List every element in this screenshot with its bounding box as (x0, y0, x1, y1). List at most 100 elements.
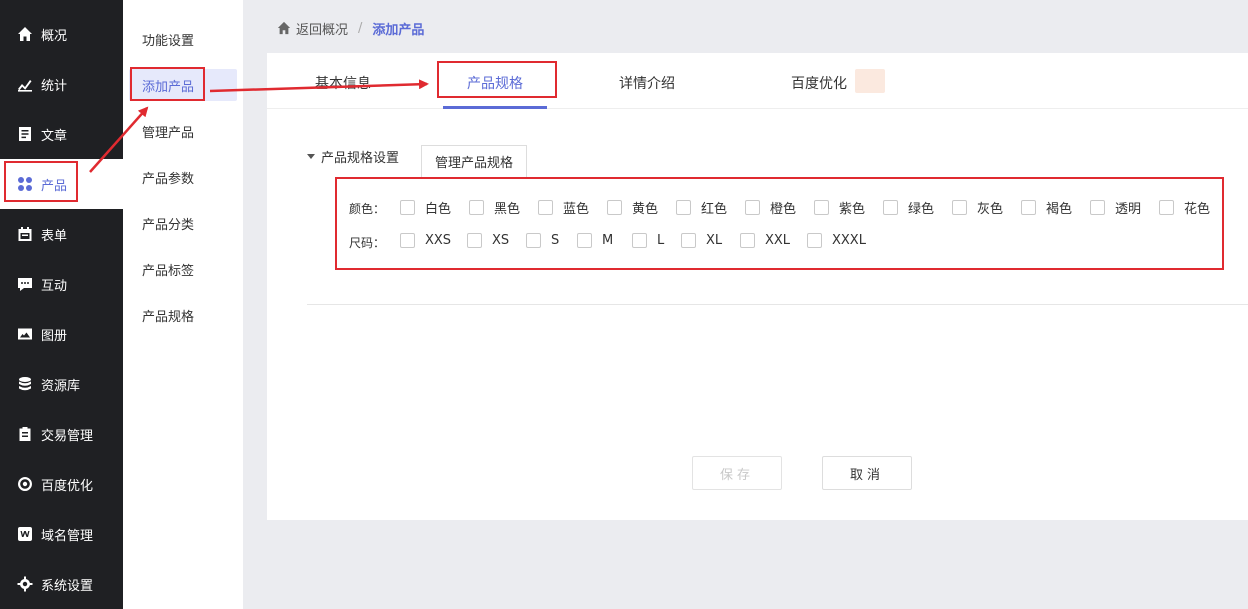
manage-spec-button[interactable]: 管理产品规格 (421, 145, 527, 177)
clipboard-icon (17, 426, 33, 442)
database-icon (17, 376, 33, 392)
sidebar-item-trade[interactable]: 交易管理 (0, 409, 123, 459)
sidebar-item-article[interactable]: 文章 (0, 109, 123, 159)
color-checkbox[interactable] (952, 200, 967, 215)
submenu-item-product-params[interactable]: 产品参数 (129, 161, 237, 193)
color-option[interactable]: 红色 (676, 198, 727, 217)
color-option[interactable]: 橙色 (745, 198, 796, 217)
sidebar-item-overview[interactable]: 概况 (0, 9, 123, 59)
size-checkbox[interactable] (740, 233, 755, 248)
size-option[interactable]: M (577, 233, 613, 248)
color-checkbox[interactable] (607, 200, 622, 215)
main-sidebar: 概况 统计 文章 产品 表单 互动 图册 资源库 交易管理 百度优化 域名管理 (0, 0, 123, 609)
color-checkbox[interactable] (469, 200, 484, 215)
color-option-label: 蓝色 (563, 202, 590, 217)
home-icon[interactable] (277, 21, 291, 35)
sidebar-item-label: 图册 (41, 328, 68, 344)
color-checkbox[interactable] (676, 200, 691, 215)
sidebar-item-settings[interactable]: 系统设置 (0, 559, 123, 609)
sidebar-item-baidu-seo[interactable]: 百度优化 (0, 459, 123, 509)
color-option[interactable]: 褐色 (1021, 198, 1072, 217)
sidebar-item-stats[interactable]: 统计 (0, 59, 123, 109)
breadcrumb-back-link[interactable]: 返回概况 (296, 19, 348, 38)
color-checkbox[interactable] (1021, 200, 1036, 215)
chart-icon (17, 76, 33, 92)
color-option[interactable]: 白色 (400, 198, 451, 217)
save-button[interactable]: 保存 (692, 456, 782, 490)
spec-section-header[interactable]: 产品规格设置 (307, 147, 399, 166)
submenu-item-add-product[interactable]: 添加产品 (129, 69, 237, 101)
color-option-label: 黄色 (632, 202, 659, 217)
color-option-label: 黑色 (494, 202, 521, 217)
sidebar-item-interaction[interactable]: 互动 (0, 259, 123, 309)
color-checkbox[interactable] (1159, 200, 1174, 215)
sidebar-item-album[interactable]: 图册 (0, 309, 123, 359)
color-option-label: 红色 (701, 202, 728, 217)
color-checkbox[interactable] (538, 200, 553, 215)
domain-icon (17, 526, 33, 542)
size-option-label: M (602, 233, 614, 248)
size-checkbox[interactable] (681, 233, 696, 248)
size-option[interactable]: L (632, 233, 664, 248)
color-option[interactable]: 透明 (1090, 198, 1141, 217)
size-option[interactable]: XL (681, 233, 722, 248)
tab-baidu-seo[interactable]: 百度优化 (791, 73, 847, 93)
tab-basic-info[interactable]: 基本信息 (315, 73, 371, 93)
color-option[interactable]: 花色 (1159, 198, 1210, 217)
home-icon (17, 26, 33, 42)
size-checkbox[interactable] (400, 233, 415, 248)
size-option[interactable]: XXS (400, 233, 451, 248)
sidebar-item-product[interactable]: 产品 (0, 159, 123, 209)
tab-product-spec[interactable]: 产品规格 (467, 73, 523, 93)
sidebar-item-resources[interactable]: 资源库 (0, 359, 123, 409)
size-checkbox[interactable] (632, 233, 647, 248)
breadcrumb: 返回概况 / 添加产品 (277, 18, 424, 38)
color-option-label: 灰色 (977, 202, 1004, 217)
size-option[interactable]: XS (467, 233, 509, 248)
submenu-item-product-tags[interactable]: 产品标签 (129, 253, 237, 285)
color-checkbox[interactable] (400, 200, 415, 215)
size-label: 尺码： (349, 236, 386, 250)
submenu-item-manage-product[interactable]: 管理产品 (129, 115, 237, 147)
size-option-label: XS (492, 233, 510, 248)
size-option[interactable]: XXXL (807, 233, 866, 248)
color-checkbox[interactable] (814, 200, 829, 215)
color-checkbox[interactable] (1090, 200, 1105, 215)
size-checkbox[interactable] (807, 233, 822, 248)
sidebar-item-label: 统计 (41, 78, 68, 94)
color-option-label: 绿色 (908, 202, 935, 217)
size-checkbox[interactable] (577, 233, 592, 248)
caret-down-icon (307, 154, 315, 159)
cancel-button[interactable]: 取消 (822, 456, 912, 490)
sidebar-item-form[interactable]: 表单 (0, 209, 123, 259)
color-option[interactable]: 紫色 (814, 198, 865, 217)
size-checkbox[interactable] (467, 233, 482, 248)
submenu-item-product-spec[interactable]: 产品规格 (129, 299, 237, 331)
size-checkbox[interactable] (526, 233, 541, 248)
tab-detail-intro[interactable]: 详情介绍 (619, 73, 675, 93)
color-option-label: 白色 (425, 202, 452, 217)
color-option[interactable]: 黄色 (607, 198, 658, 217)
size-option[interactable]: XXL (740, 233, 790, 248)
spec-section-title: 产品规格设置 (321, 151, 400, 166)
size-option-label: XL (706, 233, 723, 248)
sidebar-item-label: 表单 (41, 228, 68, 244)
color-option-label: 橙色 (770, 202, 797, 217)
breadcrumb-current: 添加产品 (372, 22, 425, 38)
sidebar-item-domain[interactable]: 域名管理 (0, 509, 123, 559)
submenu-item-function-settings[interactable]: 功能设置 (129, 23, 237, 55)
color-checkbox[interactable] (745, 200, 760, 215)
color-option[interactable]: 蓝色 (538, 198, 589, 217)
color-checkbox[interactable] (883, 200, 898, 215)
sidebar-item-label: 系统设置 (41, 578, 94, 594)
color-option-label: 花色 (1184, 202, 1211, 217)
submenu-item-product-category[interactable]: 产品分类 (129, 207, 237, 239)
color-option[interactable]: 灰色 (952, 198, 1003, 217)
grid-icon (17, 176, 33, 192)
color-option[interactable]: 黑色 (469, 198, 520, 217)
color-option-label: 透明 (1115, 202, 1142, 217)
product-form-card: 基本信息 产品规格 详情介绍 百度优化 产品规格设置 管理产品规格 颜色： 白色… (267, 53, 1248, 520)
color-option[interactable]: 绿色 (883, 198, 934, 217)
size-option[interactable]: S (526, 233, 559, 248)
gear-icon (17, 576, 33, 592)
